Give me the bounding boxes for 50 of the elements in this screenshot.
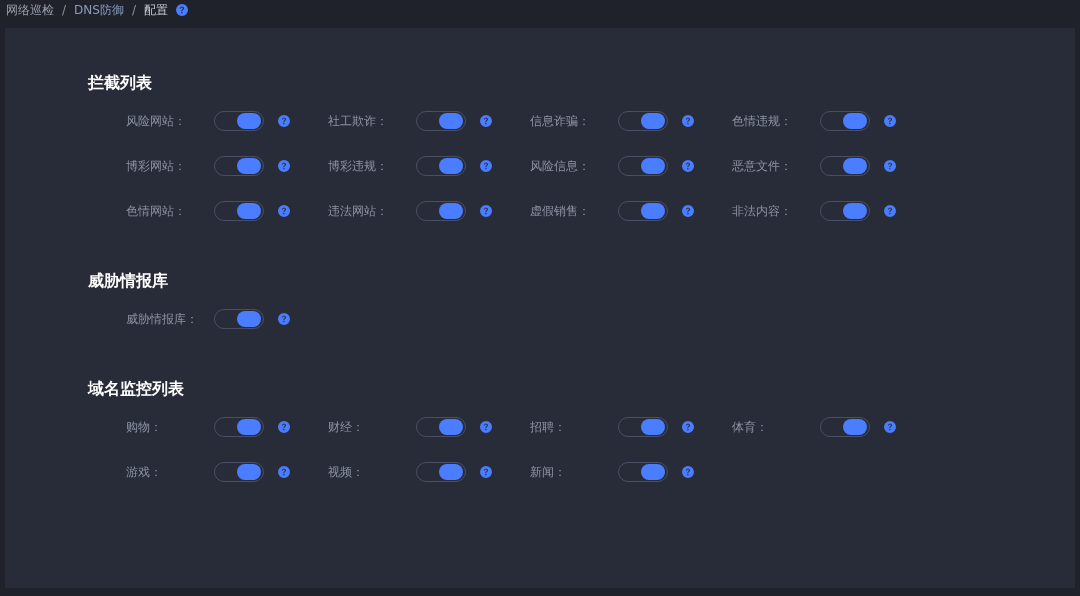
setting-label: 虚假销售： xyxy=(530,203,591,220)
breadcrumb-item[interactable]: 网络巡检 xyxy=(6,1,54,19)
setting-label: 违法网站： xyxy=(328,203,389,220)
help-icon[interactable] xyxy=(884,115,896,127)
help-icon[interactable] xyxy=(480,205,492,217)
setting-label: 招聘： xyxy=(530,419,567,436)
setting-label: 购物： xyxy=(126,419,163,436)
help-icon[interactable] xyxy=(682,205,694,217)
help-icon[interactable] xyxy=(278,466,290,478)
setting-label: 新闻： xyxy=(530,464,567,481)
setting-label: 威胁情报库： xyxy=(126,311,199,328)
section-title: 域名监控列表 xyxy=(88,378,185,400)
setting-label: 恶意文件： xyxy=(732,158,793,175)
setting-label: 信息诈骗： xyxy=(530,113,591,130)
help-icon[interactable] xyxy=(884,160,896,172)
breadcrumb-item[interactable]: DNS防御 xyxy=(74,1,124,19)
setting-label: 体育： xyxy=(732,419,769,436)
section-title: 威胁情报库 xyxy=(88,270,169,292)
help-icon[interactable] xyxy=(682,466,694,478)
help-icon[interactable] xyxy=(278,160,290,172)
help-icon[interactable] xyxy=(682,421,694,433)
help-icon[interactable] xyxy=(278,115,290,127)
help-icon[interactable] xyxy=(480,421,492,433)
help-icon[interactable] xyxy=(480,466,492,478)
toggle-switch[interactable] xyxy=(416,462,466,482)
help-icon[interactable] xyxy=(884,205,896,217)
setting-label: 风险网站： xyxy=(126,113,187,130)
help-icon[interactable] xyxy=(480,160,492,172)
help-icon[interactable] xyxy=(278,205,290,217)
setting-label: 非法内容： xyxy=(732,203,793,220)
breadcrumb-separator: / xyxy=(62,2,67,19)
setting-label: 财经： xyxy=(328,419,365,436)
help-icon[interactable] xyxy=(682,160,694,172)
setting-label: 风险信息： xyxy=(530,158,591,175)
breadcrumb-item: 配置 xyxy=(143,2,168,19)
setting-label: 社工欺诈： xyxy=(328,113,389,130)
help-icon[interactable] xyxy=(278,313,290,325)
section-title: 拦截列表 xyxy=(88,72,153,94)
setting-label: 色情网站： xyxy=(126,203,187,220)
setting-label: 博彩违规： xyxy=(328,158,389,175)
setting-label: 游戏： xyxy=(126,464,163,481)
help-icon[interactable] xyxy=(175,4,188,16)
breadcrumb-separator: / xyxy=(131,2,136,19)
help-icon[interactable] xyxy=(278,421,290,433)
help-icon[interactable] xyxy=(884,421,896,433)
help-icon[interactable] xyxy=(682,115,694,127)
setting-label: 色情违规： xyxy=(732,113,793,130)
setting-label: 博彩网站： xyxy=(126,158,187,175)
setting-label: 视频： xyxy=(328,464,365,481)
help-icon[interactable] xyxy=(480,115,492,127)
